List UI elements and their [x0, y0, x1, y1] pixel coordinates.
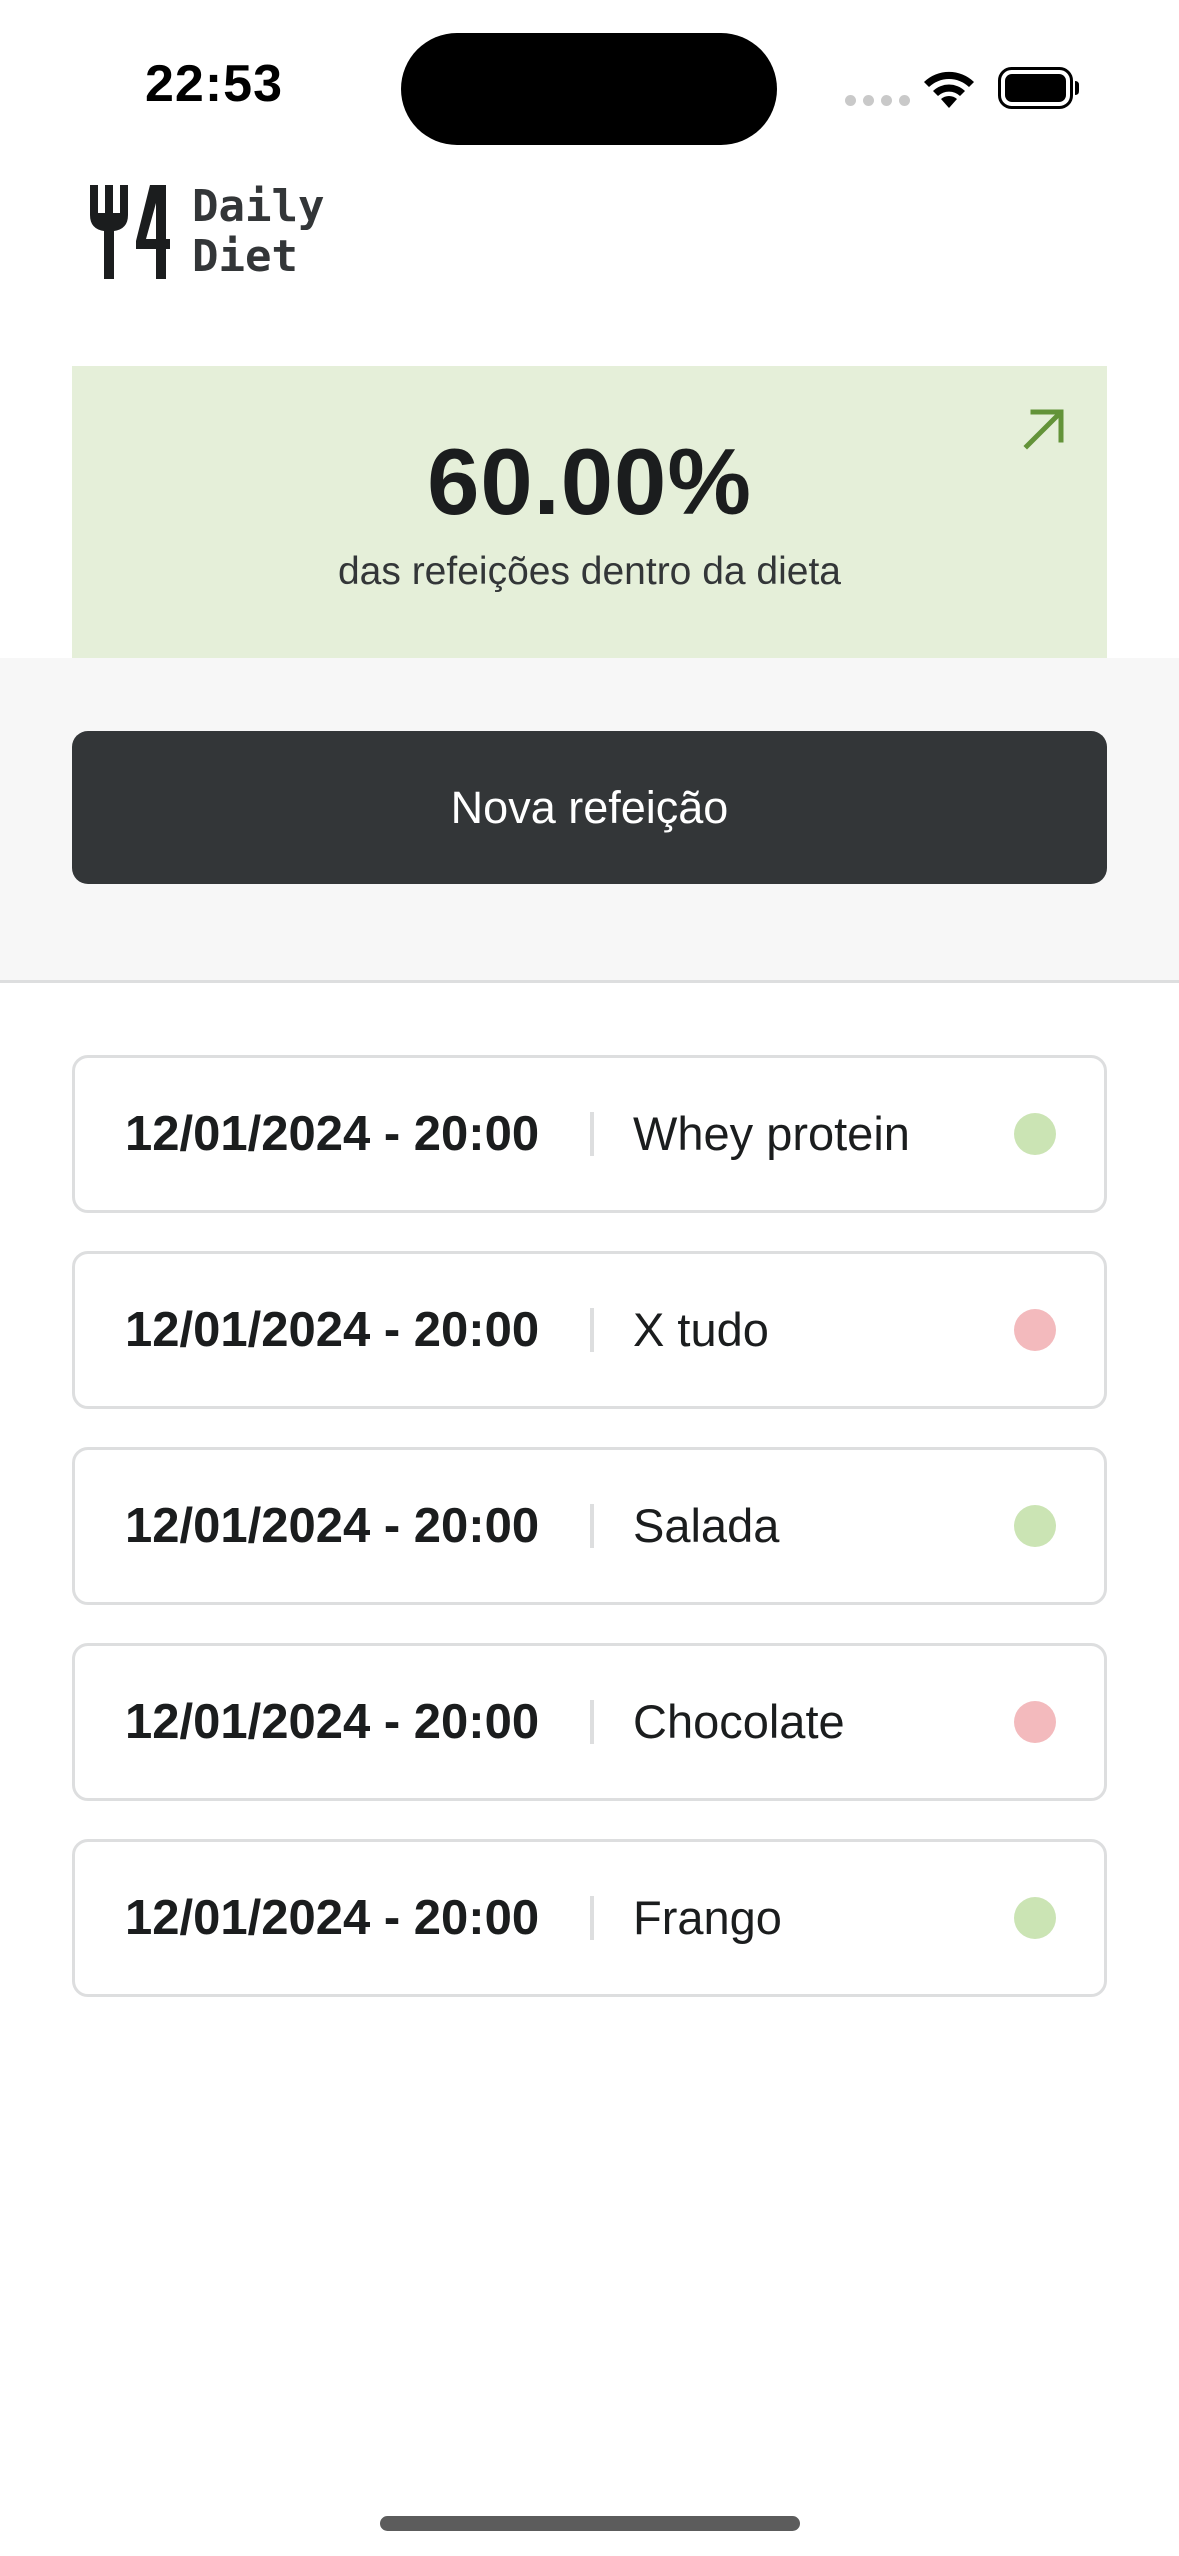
- meal-name: Whey protein: [633, 1107, 910, 1160]
- meal-divider: [590, 1308, 594, 1352]
- meal-status-dot: [1014, 1113, 1056, 1155]
- meal-divider: [590, 1896, 594, 1940]
- meal-divider: [590, 1504, 594, 1548]
- app-logo: Daily Diet: [86, 182, 324, 282]
- meal-name: X tudo: [633, 1303, 769, 1356]
- wifi-icon: [924, 71, 974, 108]
- status-time: 22:53: [145, 55, 283, 113]
- meal-datetime: 12/01/2024 - 20:00: [125, 1107, 540, 1161]
- meal-datetime: 12/01/2024 - 20:00: [125, 1891, 540, 1945]
- meal-item[interactable]: 12/01/2024 - 20:00 Salada: [72, 1447, 1107, 1605]
- meal-datetime: 12/01/2024 - 20:00: [125, 1303, 540, 1357]
- meal-list: 12/01/2024 - 20:00 Whey protein 12/01/20…: [72, 1055, 1107, 2035]
- meal-status-dot: [1014, 1505, 1056, 1547]
- diet-percentage-caption: das refeições dentro da dieta: [337, 550, 841, 593]
- battery-icon: [998, 67, 1079, 109]
- meal-divider: [590, 1700, 594, 1744]
- fork-knife-icon: [90, 185, 170, 279]
- meal-status-dot: [1014, 1309, 1056, 1351]
- logo-text-line2: Diet: [192, 231, 298, 282]
- logo-text-line1: Daily: [192, 181, 325, 232]
- status-bar: 22:53: [0, 0, 1179, 170]
- logo-text: Daily Diet: [192, 182, 324, 282]
- arrow-up-right-icon[interactable]: [1019, 404, 1069, 454]
- diet-stats-card[interactable]: 60.00% das refeições dentro da dieta: [72, 366, 1107, 658]
- meal-name: Salada: [633, 1499, 780, 1552]
- diet-percentage: 60.00%: [427, 429, 752, 534]
- meal-status-dot: [1014, 1897, 1056, 1939]
- signal-dots-icon: [845, 95, 910, 106]
- meal-status-dot: [1014, 1701, 1056, 1743]
- meal-item[interactable]: 12/01/2024 - 20:00 Whey protein: [72, 1055, 1107, 1213]
- meal-datetime: 12/01/2024 - 20:00: [125, 1695, 540, 1749]
- action-section: Nova refeição: [0, 658, 1179, 983]
- meal-name: Frango: [633, 1891, 782, 1944]
- new-meal-button[interactable]: Nova refeição: [72, 731, 1107, 884]
- meal-name: Chocolate: [633, 1695, 845, 1748]
- meal-divider: [590, 1112, 594, 1156]
- home-indicator[interactable]: [380, 2516, 800, 2531]
- dynamic-island: [401, 33, 777, 145]
- meal-item[interactable]: 12/01/2024 - 20:00 Frango: [72, 1839, 1107, 1997]
- meal-item[interactable]: 12/01/2024 - 20:00 X tudo: [72, 1251, 1107, 1409]
- meal-item[interactable]: 12/01/2024 - 20:00 Chocolate: [72, 1643, 1107, 1801]
- meal-datetime: 12/01/2024 - 20:00: [125, 1499, 540, 1553]
